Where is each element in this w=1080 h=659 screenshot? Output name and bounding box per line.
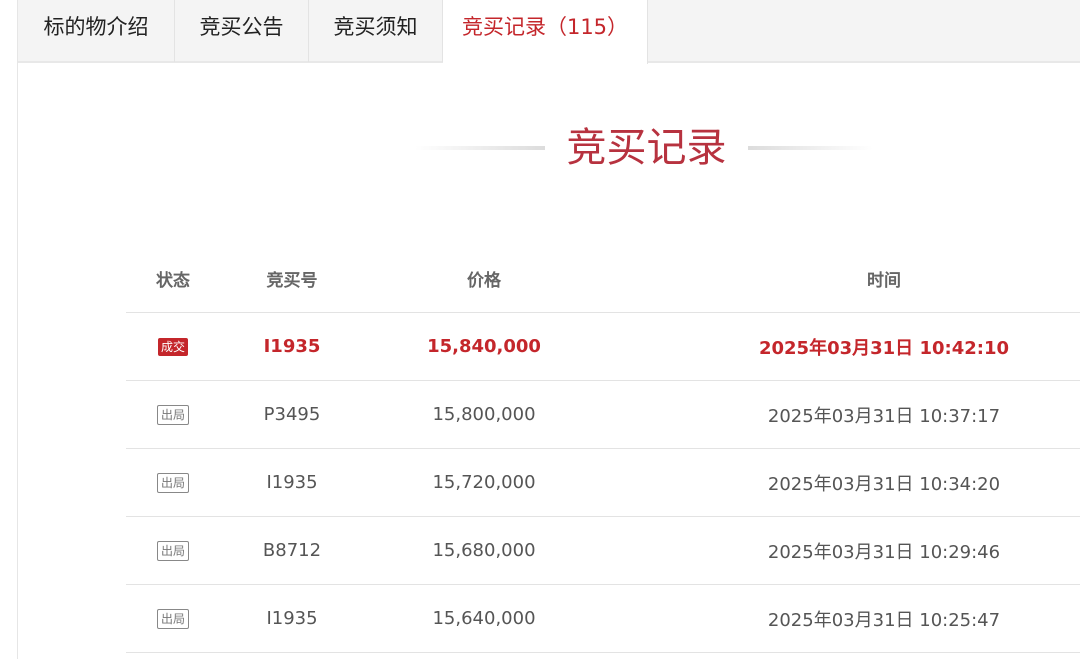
header-time: 时间 [867, 270, 901, 291]
bid-time: 2025年03月31日 10:37:17 [767, 405, 1001, 427]
auction-page: 标的物介绍 竞买公告 竞买须知 竞买记录（115） 竞买记录 状态 竞买号 价格… [0, 0, 1080, 659]
status-badge-out: 出局 [156, 540, 189, 561]
heading-divider-right [748, 146, 873, 150]
content-border [17, 0, 18, 659]
bid-price: 15,840,000 [427, 336, 541, 357]
left-gutter [0, 0, 17, 659]
header-status: 状态 [156, 270, 190, 291]
heading-divider-left [415, 146, 545, 150]
section-title: 竞买记录 [566, 125, 727, 171]
bid-number: B8712 [262, 540, 322, 561]
tab-announcement[interactable]: 竞买公告 [175, 0, 309, 62]
status-badge-deal: 成交 [157, 337, 188, 356]
header-bid-number: 竞买号 [266, 270, 318, 291]
status-badge-out: 出局 [156, 472, 189, 493]
bid-time: 2025年03月31日 10:42:10 [758, 337, 1009, 359]
bid-time: 2025年03月31日 10:34:20 [767, 473, 1001, 495]
table-row: 成交 I1935 15,840,000 2025年03月31日 10:42:10 [126, 313, 1080, 381]
tab-bar: 标的物介绍 竞买公告 竞买须知 竞买记录（115） [18, 0, 1080, 64]
bid-price: 15,720,000 [432, 472, 536, 493]
section-heading: 竞买记录 [0, 118, 1080, 178]
bid-number: P3495 [263, 404, 321, 425]
table-row: 出局 B8712 15,680,000 2025年03月31日 10:29:46 [126, 517, 1080, 585]
bid-number: I1935 [266, 472, 318, 493]
status-cell: 出局 [126, 585, 220, 652]
table-row: 出局 I1935 15,640,000 2025年03月31日 10:25:47 [126, 585, 1080, 653]
table-header-row: 状态 竞买号 价格 时间 [126, 244, 1080, 313]
bid-price: 15,680,000 [432, 540, 536, 561]
header-price: 价格 [467, 270, 501, 291]
table-row: 出局 P3495 15,800,000 2025年03月31日 10:37:17 [126, 381, 1080, 449]
bid-number: I1935 [266, 608, 318, 629]
bid-time: 2025年03月31日 10:29:46 [767, 541, 1001, 563]
tab-notice[interactable]: 竞买须知 [309, 0, 443, 62]
table-row: 出局 I1935 15,720,000 2025年03月31日 10:34:20 [126, 449, 1080, 517]
status-badge-out: 出局 [156, 404, 189, 425]
bid-time: 2025年03月31日 10:25:47 [767, 609, 1001, 631]
tab-item-intro[interactable]: 标的物介绍 [18, 0, 175, 62]
tab-bid-records[interactable]: 竞买记录（115） [443, 0, 648, 64]
status-cell: 出局 [126, 381, 220, 448]
status-cell: 成交 [126, 313, 220, 380]
bid-number: I1935 [263, 336, 321, 357]
bid-price: 15,640,000 [432, 608, 536, 629]
status-cell: 出局 [126, 449, 220, 516]
bid-records-table: 状态 竞买号 价格 时间 成交 I1935 15,840,000 2025年03… [126, 244, 1080, 653]
status-cell: 出局 [126, 517, 220, 584]
bid-price: 15,800,000 [432, 404, 536, 425]
status-badge-out: 出局 [156, 608, 189, 629]
